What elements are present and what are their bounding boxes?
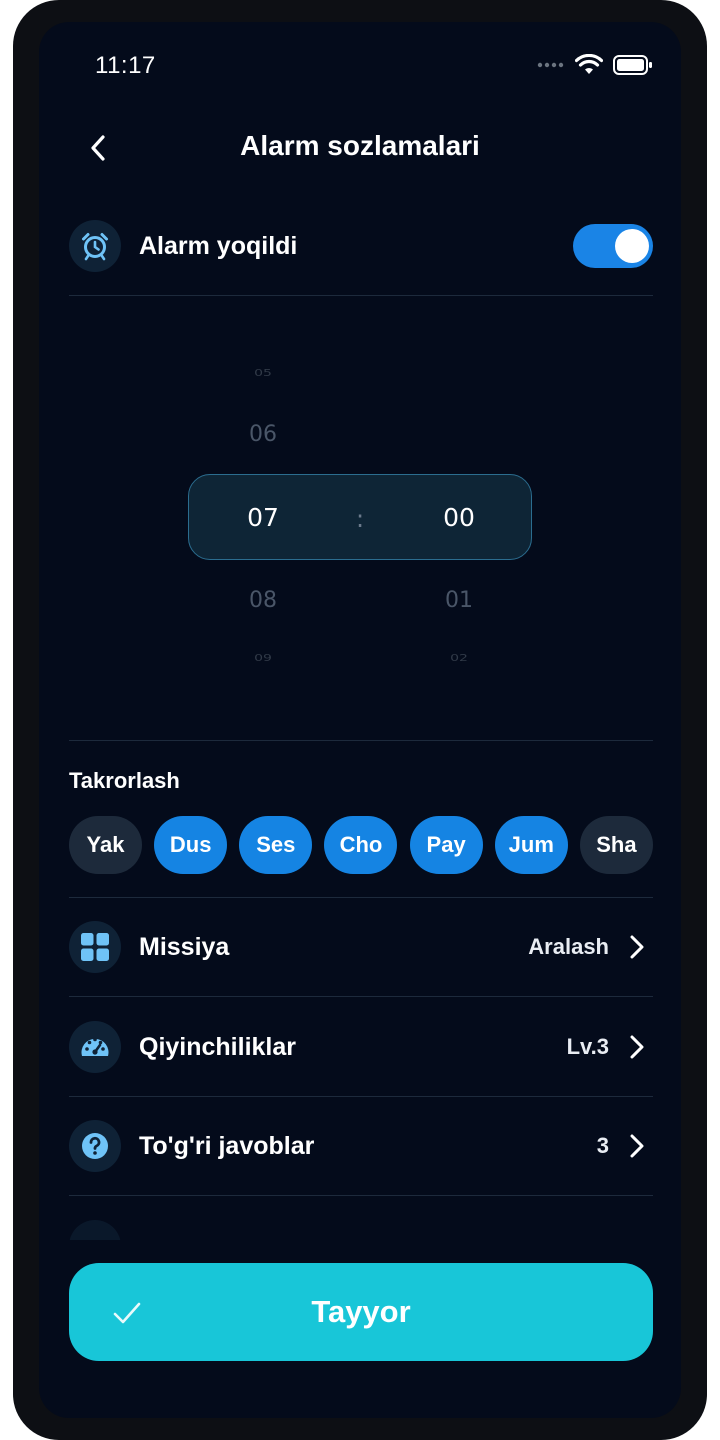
chevron-right-icon: [627, 1033, 647, 1061]
divider: [69, 1096, 653, 1097]
day-chip-ses[interactable]: Ses: [239, 816, 313, 874]
wifi-icon: [575, 54, 603, 74]
divider: [69, 740, 653, 741]
signal-dots-icon: [537, 62, 564, 68]
alarm-enabled-toggle[interactable]: [573, 224, 653, 268]
status-icons: [537, 54, 653, 76]
day-chip-pay[interactable]: Pay: [409, 816, 483, 874]
selected-hour[interactable]: 07: [223, 503, 303, 532]
difficulty-label: Qiyinchiliklar: [139, 1032, 297, 1061]
hour-option[interactable]: 08: [223, 588, 303, 613]
check-icon: [113, 1302, 141, 1324]
repeat-days: Yak Dus Ses Cho Pay Jum Sha: [69, 816, 653, 874]
page-title: Alarm sozlamalari: [240, 130, 480, 161]
day-chip-dus[interactable]: Dus: [154, 816, 228, 874]
battery-icon: [613, 55, 652, 75]
hour-option[interactable]: 05: [223, 367, 303, 378]
divider: [69, 996, 653, 997]
next-row-partial: [69, 1220, 121, 1240]
mission-label: Missiya: [139, 932, 230, 961]
repeat-label: Takrorlash: [69, 768, 180, 793]
divider: [69, 1195, 653, 1196]
done-button-label: Tayyor: [311, 1294, 411, 1329]
day-chip-cho[interactable]: Cho: [324, 816, 398, 874]
question-circle-icon: [82, 1133, 108, 1159]
alarm-enabled-row: Alarm yoqildi: [69, 216, 653, 276]
selected-minute[interactable]: 00: [419, 503, 499, 532]
done-button[interactable]: Tayyor: [69, 1263, 653, 1361]
day-chip-jum[interactable]: Jum: [494, 816, 568, 874]
grid-icon: [81, 933, 109, 961]
hour-option[interactable]: 09: [223, 652, 303, 663]
status-time: 11:17: [95, 52, 156, 79]
correct-answers-label: To'g'ri javoblar: [139, 1131, 315, 1160]
minute-option[interactable]: 02: [419, 652, 499, 663]
time-separator: :: [355, 505, 365, 533]
phone-frame: 11:17 Alarm sozlamalari Alarm yoqildi 05…: [13, 0, 707, 1440]
correct-answers-row[interactable]: To'g'ri javoblar 3: [69, 1116, 653, 1176]
chevron-right-icon: [627, 1132, 647, 1160]
hour-option[interactable]: 06: [223, 422, 303, 447]
mission-row[interactable]: Missiya Aralash: [69, 917, 653, 977]
correct-answers-icon-circle: [69, 1120, 121, 1172]
divider: [69, 295, 653, 296]
day-chip-yak[interactable]: Yak: [69, 816, 142, 874]
alarm-enabled-label: Alarm yoqildi: [139, 231, 298, 260]
chevron-right-icon: [627, 933, 647, 961]
day-chip-sha[interactable]: Sha: [579, 816, 653, 874]
app-screen: 11:17 Alarm sozlamalari Alarm yoqildi 05…: [39, 22, 681, 1418]
speedometer-icon: [81, 1037, 109, 1056]
minute-option[interactable]: 01: [419, 588, 499, 613]
correct-answers-value: 3: [596, 1133, 609, 1158]
difficulty-icon-circle: [69, 1021, 121, 1073]
mission-value: Aralash: [528, 934, 609, 959]
alarm-clock-icon: [82, 233, 108, 261]
alarm-icon-circle: [69, 220, 121, 272]
difficulty-value: Lv.3: [566, 1034, 609, 1059]
difficulty-row[interactable]: Qiyinchiliklar Lv.3: [69, 1017, 653, 1077]
mission-icon-circle: [69, 921, 121, 973]
icon-circle: [69, 1220, 121, 1240]
divider: [69, 897, 653, 898]
toggle-knob: [615, 229, 649, 263]
